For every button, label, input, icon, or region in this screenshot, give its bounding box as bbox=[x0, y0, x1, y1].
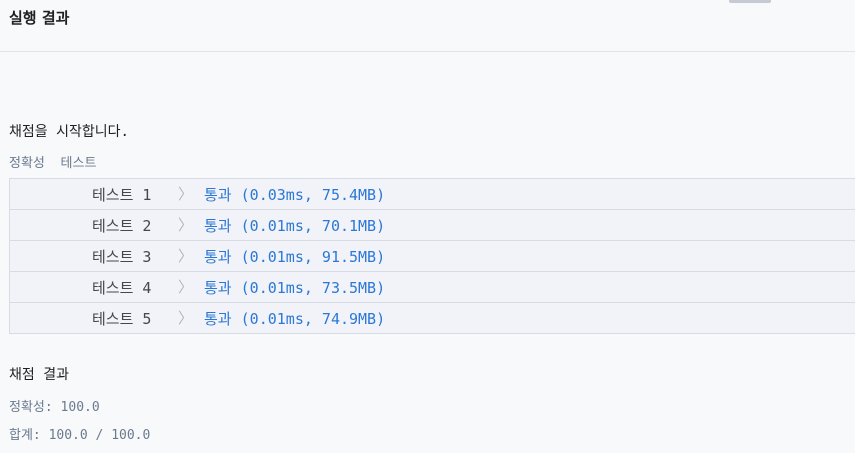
start-message: 채점을 시작합니다. bbox=[9, 124, 129, 140]
accuracy-value: 100.0 bbox=[60, 400, 100, 415]
test-result: 통과 (0.01ms, 70.1MB) bbox=[204, 217, 386, 235]
accuracy-score: 정확성: 100.0 bbox=[9, 396, 100, 415]
total-score: 합계: 100.0 / 100.0 bbox=[9, 424, 150, 443]
test-name: 테스트 5 bbox=[92, 310, 152, 328]
chevron-right-icon: 〉 bbox=[178, 278, 194, 296]
test-result: 통과 (0.03ms, 75.4MB) bbox=[204, 186, 386, 204]
test-name: 테스트 1 bbox=[92, 186, 152, 204]
test-name: 테스트 3 bbox=[92, 248, 152, 266]
chevron-right-icon: 〉 bbox=[178, 185, 194, 203]
accuracy-label: 정확성: bbox=[9, 400, 61, 415]
test-name: 테스트 4 bbox=[92, 279, 152, 297]
resize-handle[interactable] bbox=[729, 0, 771, 3]
test-results-table: 테스트 1 〉 통과 (0.03ms, 75.4MB) 테스트 2 〉 통과 (… bbox=[9, 178, 855, 334]
header-title: 실행 결과 bbox=[9, 9, 70, 27]
test-result: 통과 (0.01ms, 73.5MB) bbox=[204, 279, 386, 297]
section-label: 정확성 테스트 bbox=[9, 156, 97, 171]
chevron-right-icon: 〉 bbox=[178, 309, 194, 327]
test-result: 통과 (0.01ms, 91.5MB) bbox=[204, 248, 386, 266]
test-result: 통과 (0.01ms, 74.9MB) bbox=[204, 310, 386, 328]
test-row: 테스트 3 〉 통과 (0.01ms, 91.5MB) bbox=[10, 241, 855, 272]
total-value: 100.0 / 100.0 bbox=[48, 428, 151, 443]
test-row: 테스트 4 〉 통과 (0.01ms, 73.5MB) bbox=[10, 272, 855, 303]
chevron-right-icon: 〉 bbox=[178, 247, 194, 265]
total-label: 합계: bbox=[9, 428, 49, 443]
results-header: 실행 결과 bbox=[0, 0, 855, 52]
test-row: 테스트 5 〉 통과 (0.01ms, 74.9MB) bbox=[10, 303, 855, 334]
test-row: 테스트 2 〉 통과 (0.01ms, 70.1MB) bbox=[10, 210, 855, 241]
test-row: 테스트 1 〉 통과 (0.03ms, 75.4MB) bbox=[10, 179, 855, 210]
score-title: 채점 결과 bbox=[9, 367, 69, 383]
chevron-right-icon: 〉 bbox=[178, 216, 194, 234]
test-name: 테스트 2 bbox=[92, 217, 152, 235]
